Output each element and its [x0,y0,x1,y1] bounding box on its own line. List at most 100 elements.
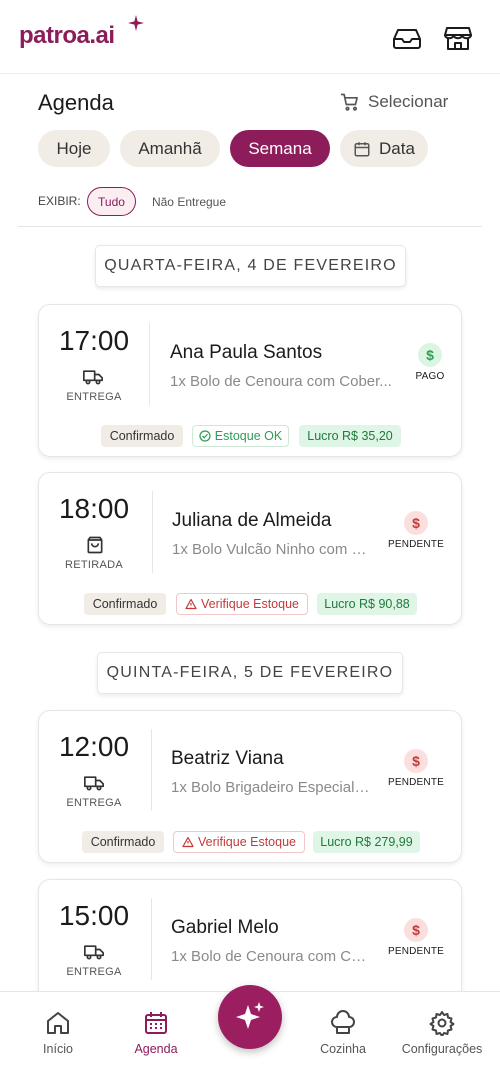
order-time: 12:00 [58,731,130,762]
order-description: 1x Bolo de Cenoura com Co... [171,948,371,965]
check-circle-icon [199,430,211,442]
profit-badge: Lucro R$ 279,99 [313,831,420,853]
status-badge-label: Confirmado [90,835,156,849]
app-logo[interactable]: patroa.ai [19,22,115,50]
status-badge: Confirmado [82,831,164,853]
dollar-icon: $ [418,343,442,367]
chip-today[interactable]: Hoje [38,130,110,167]
order-time: 17:00 [58,325,130,356]
ai-assistant-button[interactable] [218,985,282,1049]
dollar-icon: $ [404,918,428,942]
status-badge: Confirmado [84,593,166,615]
order-description: 1x Bolo Brigadeiro Especial, ... [171,779,371,796]
stock-badge-label: Estoque OK [214,429,283,443]
chip-date[interactable]: Data [340,130,428,167]
select-button[interactable]: Selecionar [340,90,448,114]
profit-badge-label: Lucro R$ 35,20 [307,429,393,443]
card-divider [149,323,150,405]
top-bar: patroa.ai [0,0,500,74]
filter-not-delivered[interactable]: Não Entregue [143,187,235,216]
chip-week[interactable]: Semana [230,130,330,167]
nav-item-agenda[interactable]: Agenda [111,1010,201,1056]
order-tags: Confirmado Estoque OK Lucro R$ 35,20 [39,425,461,447]
truck-icon [84,776,104,791]
order-card[interactable]: 12:00 ENTREGA Beatriz Viana 1x Bolo Brig… [38,710,462,863]
calendar-icon [145,1012,167,1034]
customer-name: Beatriz Viana [171,748,284,769]
customer-name: Ana Paula Santos [170,342,323,363]
nav-label: Cozinha [320,1042,366,1056]
home-icon [47,1012,69,1034]
filter-option-label: Tudo [98,194,125,209]
order-tags: Confirmado Verifique Estoque Lucro R$ 90… [39,593,461,615]
chip-label: Data [379,138,415,158]
stock-badge: Verifique Estoque [176,593,308,615]
status-badge-label: Confirmado [109,429,175,443]
select-label: Selecionar [368,92,449,111]
stock-badge: Estoque OK [192,425,289,447]
page-title: Agenda [38,90,114,115]
status-badge: Confirmado [101,425,183,447]
chip-label: Hoje [56,138,92,158]
filter-option-label: Não Entregue [151,194,227,209]
order-time: 15:00 [58,900,130,931]
truck-icon [83,370,103,385]
dollar-icon: $ [404,749,428,773]
dollar-icon: $ [404,511,428,535]
profit-badge: Lucro R$ 35,20 [299,425,401,447]
chip-label: Semana [248,138,312,158]
warning-icon [182,836,194,848]
warning-icon [185,598,197,610]
calendar-icon [354,141,370,156]
payment-status: PAGO [415,371,445,382]
sparkle-icon [236,1002,264,1029]
payment-status: PENDENTE [387,946,445,957]
card-divider [152,491,153,573]
order-time: 18:00 [58,493,130,524]
filter-all[interactable]: Tudo [87,187,136,216]
truck-icon [84,945,104,960]
day-header-text: QUARTA-FEIRA, 4 DE FEVEREIRO [104,257,397,274]
order-type: ENTREGA [66,966,122,978]
nav-item-kitchen[interactable]: Cozinha [298,1010,388,1056]
stock-badge: Verifique Estoque [173,831,305,853]
divider [18,226,482,227]
stock-badge-label: Verifique Estoque [198,835,296,849]
order-tags: Confirmado Verifique Estoque Lucro R$ 27… [39,831,461,853]
chip-tomorrow[interactable]: Amanhã [120,130,220,167]
order-description: 1x Bolo de Cenoura com Cober... [170,373,392,390]
profit-badge-label: Lucro R$ 90,88 [324,597,410,611]
order-type: ENTREGA [66,391,122,403]
sparkle-icon [128,15,144,31]
inbox-icon[interactable] [392,22,422,52]
order-description: 1x Bolo Vulcão Ninho com N... [172,541,372,558]
profit-badge-label: Lucro R$ 279,99 [320,835,413,849]
day-header: QUARTA-FEIRA, 4 DE FEVEREIRO [95,245,406,287]
store-icon[interactable] [443,22,473,52]
status-badge-label: Confirmado [92,597,158,611]
order-card[interactable]: 18:00 RETIRADA Juliana de Almeida 1x Bol… [38,472,462,625]
profit-badge: Lucro R$ 90,88 [317,593,417,615]
customer-name: Juliana de Almeida [172,510,332,531]
bag-icon [87,536,103,554]
cart-icon [340,93,358,111]
order-type: ENTREGA [66,797,122,809]
nav-label: Agenda [134,1042,178,1056]
nav-label: Início [43,1042,73,1056]
stock-badge-label: Verifique Estoque [201,597,299,611]
chip-label: Amanhã [138,138,202,158]
nav-label: Configurações [401,1042,483,1056]
day-header: QUINTA-FEIRA, 5 DE FEVEREIRO [97,652,403,694]
nav-item-home[interactable]: Início [13,1010,103,1056]
chef-hat-icon [331,1010,355,1034]
nav-item-settings[interactable]: Configurações [397,1010,487,1056]
payment-status: PENDENTE [387,539,445,550]
day-header-text: QUINTA-FEIRA, 5 DE FEVEREIRO [106,664,394,681]
order-card[interactable]: 17:00 ENTREGA Ana Paula Santos 1x Bolo d… [38,304,462,457]
filter-label: EXIBIR: [38,194,81,208]
filter-row: EXIBIR: [38,186,81,216]
gear-icon [429,1011,455,1036]
customer-name: Gabriel Melo [171,917,279,938]
card-divider [151,729,152,811]
card-divider [151,898,152,980]
